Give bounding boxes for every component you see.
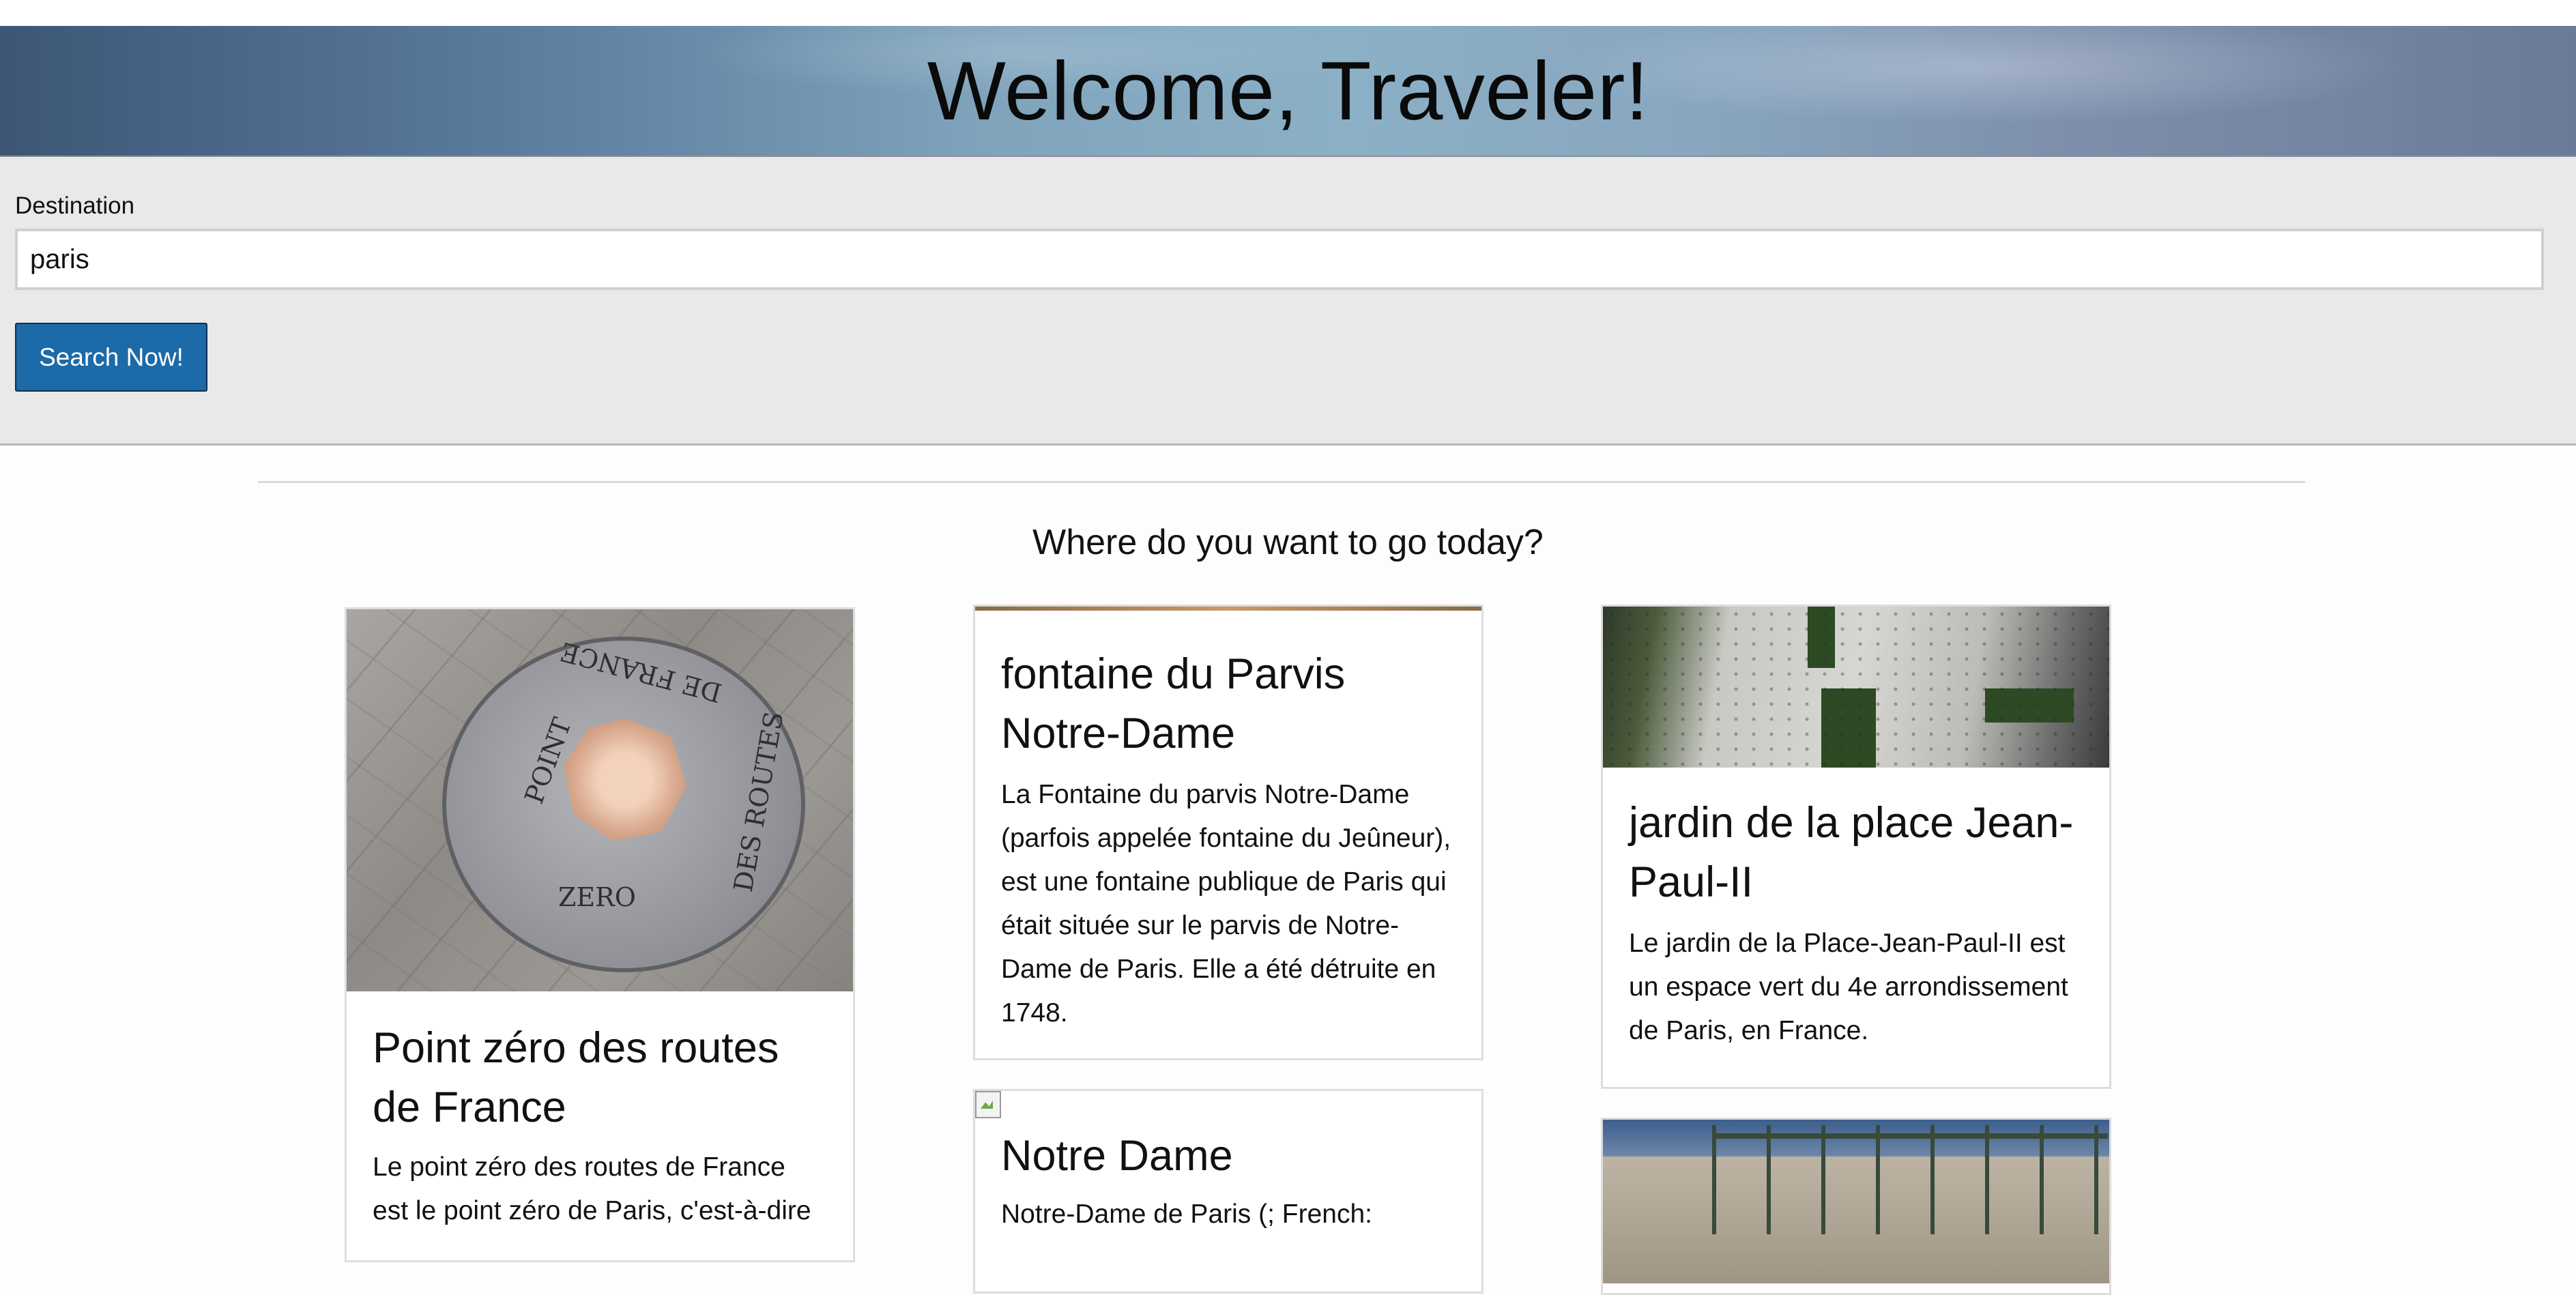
railing-post xyxy=(2040,1125,2044,1234)
railing-post xyxy=(1930,1125,1935,1234)
railing-post xyxy=(1712,1125,1716,1234)
broken-image-icon xyxy=(975,1091,1002,1118)
railing-post xyxy=(1821,1125,1825,1234)
card-description: Le jardin de la Place-Jean-Paul-II est u… xyxy=(1629,929,2068,1045)
point-zero-image: POINT ZERO DE FRANCE DES ROUTES xyxy=(347,609,853,991)
result-card-fontaine[interactable]: fontaine du Parvis Notre-Dame La Fontain… xyxy=(973,605,1484,1060)
railing-post xyxy=(1985,1125,1989,1234)
card-title[interactable]: Point zéro des routes de France xyxy=(347,1019,853,1137)
railing-post xyxy=(1767,1125,1771,1234)
result-card-wall[interactable] xyxy=(1601,1118,2111,1295)
result-card-point-zero[interactable]: POINT ZERO DE FRANCE DES ROUTES Point zé… xyxy=(345,607,855,1262)
welcome-banner: Welcome, Traveler! xyxy=(0,26,2576,157)
wall-image xyxy=(1603,1120,2109,1283)
railing-post xyxy=(1876,1125,1880,1234)
search-panel: Destination Search Now! xyxy=(0,157,2576,446)
railing-bar xyxy=(1712,1133,2108,1139)
result-card-jardin[interactable]: jardin de la place Jean-Paul-II Le jardi… xyxy=(1601,605,2111,1089)
top-gap xyxy=(0,0,2576,26)
railing-post xyxy=(2094,1125,2098,1234)
card-description: La Fontaine du parvis Notre-Dame (parfoi… xyxy=(1001,780,1451,1028)
card-title[interactable]: fontaine du Parvis Notre-Dame xyxy=(975,645,1481,763)
result-card-notre-dame[interactable]: Notre Dame Notre-Dame de Paris (; French… xyxy=(973,1089,1484,1294)
crowd xyxy=(1603,607,2109,768)
jardin-image xyxy=(1603,607,2109,768)
card-description: Le point zéro des routes de France est l… xyxy=(373,1152,811,1225)
search-button[interactable]: Search Now! xyxy=(15,323,207,392)
card-title[interactable]: jardin de la place Jean-Paul-II xyxy=(1603,794,2109,912)
destination-label: Destination xyxy=(15,192,135,219)
card-description: Notre-Dame de Paris (; French: xyxy=(1001,1199,1373,1229)
fontaine-image xyxy=(975,607,1481,611)
page-title: Welcome, Traveler! xyxy=(927,44,1649,137)
card-title[interactable]: Notre Dame xyxy=(975,1126,1481,1186)
results-heading: Where do you want to go today? xyxy=(1032,523,1544,562)
destination-input[interactable] xyxy=(15,229,2544,290)
section-divider xyxy=(258,481,2305,483)
marker-word-zero: ZERO xyxy=(558,882,636,912)
